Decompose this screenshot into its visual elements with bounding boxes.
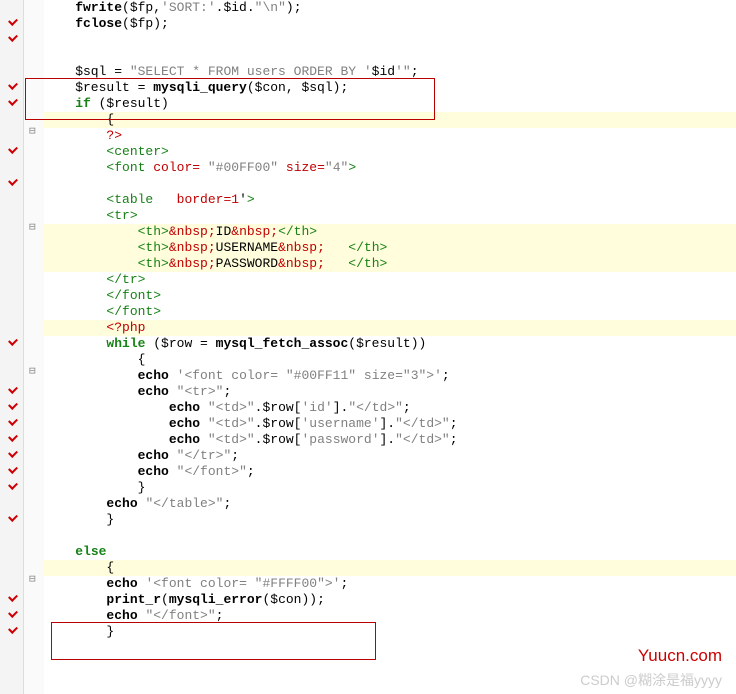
code-line: <table border=1'>: [44, 192, 736, 208]
breakpoint-marker[interactable]: [0, 380, 24, 396]
watermark-site: Yuucn.com: [638, 648, 722, 664]
breakpoint-marker[interactable]: [0, 604, 24, 620]
code-line: </tr>: [44, 272, 736, 288]
fold-icon[interactable]: [26, 572, 42, 588]
code-line: fclose($fp);: [44, 16, 736, 32]
breakpoint-marker[interactable]: [0, 476, 24, 492]
code-line: echo "</font>";: [44, 464, 736, 480]
code-line: <center>: [44, 144, 736, 160]
code-line: else: [44, 544, 736, 560]
breakpoint-marker[interactable]: [0, 332, 24, 348]
code-line: <th>&nbsp;PASSWORD&nbsp; </th>: [44, 256, 736, 272]
code-line: }: [44, 624, 736, 640]
code-line: {: [44, 352, 736, 368]
code-line: }: [44, 512, 736, 528]
breakpoint-marker[interactable]: [0, 444, 24, 460]
fold-icon[interactable]: [26, 220, 42, 236]
code-line: ?>: [44, 128, 736, 144]
code-line: echo "</tr>";: [44, 448, 736, 464]
code-line: <th>&nbsp;USERNAME&nbsp; </th>: [44, 240, 736, 256]
breakpoint-marker[interactable]: [0, 92, 24, 108]
breakpoint-marker[interactable]: [0, 588, 24, 604]
fold-icon[interactable]: [26, 124, 42, 140]
code-line: fwrite($fp,'SORT:'.$id."\n");: [44, 0, 736, 16]
code-line: <?php: [44, 320, 736, 336]
fold-icon[interactable]: [26, 364, 42, 380]
code-line: <th>&nbsp;ID&nbsp;</th>: [44, 224, 736, 240]
breakpoint-marker[interactable]: [0, 172, 24, 188]
breakpoint-marker[interactable]: [0, 508, 24, 524]
code-line: </font>: [44, 288, 736, 304]
gutter-fold: [24, 0, 44, 694]
code-line: {: [44, 112, 736, 128]
code-line: echo "<td>".$row['username']."</td>";: [44, 416, 736, 432]
code-line: $result = mysqli_query($con, $sql);: [44, 80, 736, 96]
code-line: <tr>: [44, 208, 736, 224]
breakpoint-marker[interactable]: [0, 396, 24, 412]
breakpoint-marker[interactable]: [0, 428, 24, 444]
code-line: [44, 176, 736, 192]
breakpoint-marker[interactable]: [0, 620, 24, 636]
code-line: }: [44, 480, 736, 496]
breakpoint-marker[interactable]: [0, 140, 24, 156]
breakpoint-marker[interactable]: [0, 460, 24, 476]
breakpoint-marker[interactable]: [0, 12, 24, 28]
code-line: echo "</font>";: [44, 608, 736, 624]
code-line: [44, 32, 736, 48]
code-area: fwrite($fp,'SORT:'.$id."\n"); fclose($fp…: [44, 0, 736, 656]
code-line: [44, 640, 736, 656]
code-line: {: [44, 560, 736, 576]
code-line: print_r(mysqli_error($con));: [44, 592, 736, 608]
code-line: </font>: [44, 304, 736, 320]
code-line: while ($row = mysql_fetch_assoc($result)…: [44, 336, 736, 352]
code-line: [44, 48, 736, 64]
code-line: echo '<font color= "#00FF11" size="3">';: [44, 368, 736, 384]
code-line: echo "<tr>";: [44, 384, 736, 400]
code-line: echo "<td>".$row['id']."</td>";: [44, 400, 736, 416]
breakpoint-marker[interactable]: [0, 76, 24, 92]
code-line: echo '<font color= "#FFFF00">';: [44, 576, 736, 592]
code-line: $sql = "SELECT * FROM users ORDER BY '$i…: [44, 64, 736, 80]
breakpoint-marker[interactable]: [0, 28, 24, 44]
code-line: [44, 528, 736, 544]
code-line: echo "<td>".$row['password']."</td>";: [44, 432, 736, 448]
code-line: echo "</table>";: [44, 496, 736, 512]
code-line: if ($result): [44, 96, 736, 112]
code-line: <font color= "#00FF00" size="4">: [44, 160, 736, 176]
watermark-csdn: CSDN @糊涂是福yyyy: [580, 672, 722, 688]
breakpoint-marker[interactable]: [0, 412, 24, 428]
